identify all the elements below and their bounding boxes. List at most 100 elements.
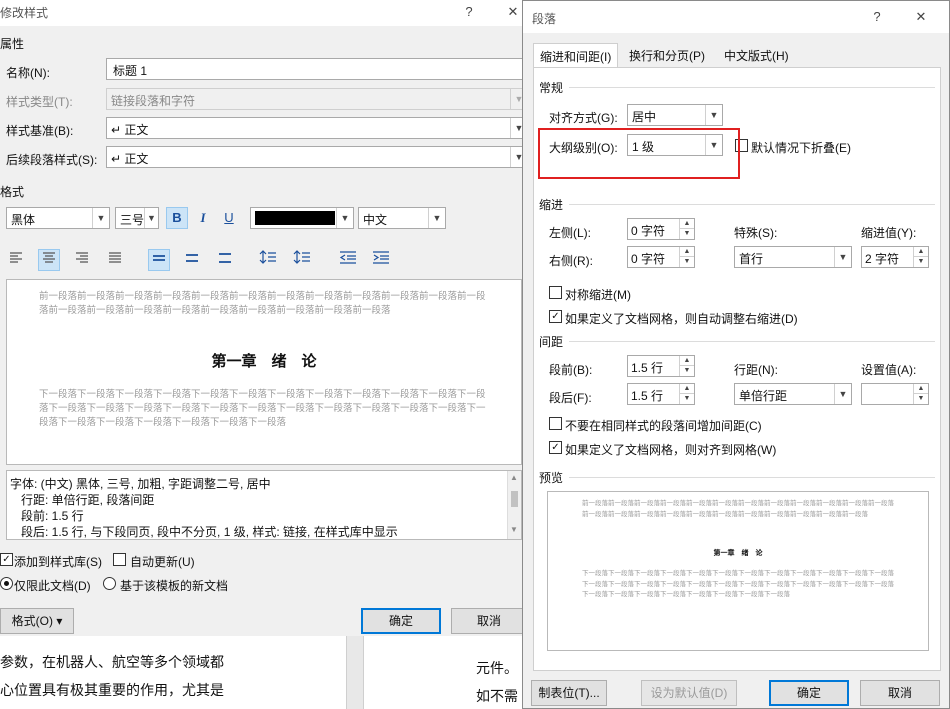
space-after-label: 段后(F): — [549, 391, 592, 405]
justify-button[interactable] — [104, 249, 126, 271]
font-size-select[interactable]: 三号 ▼ — [115, 207, 159, 229]
font-size-value: 三号 — [120, 213, 145, 227]
bold-button[interactable]: B — [166, 207, 188, 229]
preview-next-paragraph: 下一段落下一段落下一段落下一段落下一段落下一段落下一段落下一段落下一段落下一段落… — [582, 569, 894, 598]
spin-up-icon[interactable]: ▲ — [679, 356, 694, 366]
align-right-button[interactable] — [71, 249, 93, 271]
auto-update-checkbox[interactable] — [113, 553, 126, 566]
format-menu-button[interactable]: 格式(O) ▾ — [0, 608, 74, 634]
section-properties: 属性 — [0, 37, 25, 51]
set-default-button[interactable]: 设为默认值(D) — [641, 680, 737, 706]
indent-by-label: 缩进值(Y): — [861, 226, 917, 240]
snap-to-grid-checkbox[interactable]: ✓ — [549, 441, 562, 454]
only-this-document-label: 仅限此文档(D) — [14, 579, 91, 593]
space-after-value: 1.5 行 — [631, 389, 664, 403]
paragraph-dialog: 段落 ? ✕ 缩进和间距(I) 换行和分页(P) 中文版式(H) 常规 对齐方式… — [522, 0, 950, 709]
tab-line-page-breaks[interactable]: 换行和分页(P) — [623, 43, 711, 67]
increase-indent-icon — [373, 251, 389, 264]
indent-by-spinner[interactable]: 2 字符 ▲ ▼ — [861, 246, 929, 268]
increase-spacing-button[interactable] — [257, 249, 279, 271]
spin-up-icon[interactable]: ▲ — [679, 384, 694, 394]
font-name-select[interactable]: 黑体 ▼ — [6, 207, 110, 229]
section-general: 常规 — [539, 81, 564, 95]
no-space-same-style-checkbox[interactable] — [549, 417, 562, 430]
mirror-indents-checkbox[interactable] — [549, 286, 562, 299]
auto-right-indent-checkbox[interactable]: ✓ — [549, 310, 562, 323]
single-spacing-button[interactable] — [148, 249, 170, 271]
alignment-select[interactable]: 居中 ▼ — [627, 104, 723, 126]
align-left-button[interactable] — [5, 249, 27, 271]
space-before-value: 1.5 行 — [631, 361, 664, 375]
help-button[interactable]: ? — [458, 2, 480, 22]
cancel-button[interactable]: 取消 — [451, 608, 527, 634]
left-indent-spinner[interactable]: 0 字符 ▲ ▼ — [627, 218, 695, 240]
decrease-spacing-button[interactable] — [291, 249, 313, 271]
spin-down-icon[interactable]: ▼ — [679, 366, 694, 376]
close-button[interactable]: ✕ — [910, 7, 932, 27]
chevron-down-icon: ▼ — [510, 525, 518, 534]
only-this-document-radio[interactable] — [0, 577, 13, 590]
right-indent-spinner[interactable]: 0 字符 ▲ ▼ — [627, 246, 695, 268]
increase-indent-button[interactable] — [370, 249, 392, 271]
at-spinner[interactable]: ▲ ▼ — [861, 383, 929, 405]
spin-up-icon[interactable]: ▲ — [679, 247, 694, 257]
underline-button[interactable]: U — [218, 207, 240, 229]
decrease-indent-button[interactable] — [337, 249, 359, 271]
align-center-button[interactable] — [38, 249, 60, 271]
based-on-label: 样式基准(B): — [6, 124, 74, 138]
style-name-input[interactable]: 标题 1 — [106, 58, 528, 80]
dialog-title: 修改样式 — [0, 6, 49, 20]
section-preview: 预览 — [539, 471, 564, 485]
special-indent-select[interactable]: 首行 ▼ — [734, 246, 852, 268]
spin-up-icon[interactable]: ▲ — [913, 384, 928, 394]
based-on-select[interactable]: ↵ 正文 ▼ — [106, 117, 528, 139]
justify-icon — [109, 252, 121, 263]
auto-right-indent-label: 如果定义了文档网格，则自动调整右缩进(D) — [565, 312, 798, 326]
space-after-spinner[interactable]: 1.5 行 ▲ ▼ — [627, 383, 695, 405]
spin-down-icon[interactable]: ▼ — [679, 229, 694, 239]
desc-line: 字体: (中文) 黑体, 三号, 加粗, 字距调整二号, 居中 — [10, 477, 271, 491]
scrollbar-thumb[interactable] — [511, 491, 518, 507]
spin-up-icon[interactable]: ▲ — [913, 247, 928, 257]
one-half-spacing-button[interactable] — [181, 249, 203, 271]
language-select[interactable]: 中文 ▼ — [358, 207, 446, 229]
left-indent-label: 左侧(L): — [549, 226, 592, 240]
tab-asian-typography[interactable]: 中文版式(H) — [718, 43, 795, 67]
add-to-gallery-checkbox[interactable]: ✓ — [0, 553, 13, 566]
alignment-label: 对齐方式(G): — [549, 111, 618, 125]
spin-up-icon[interactable]: ▲ — [679, 219, 694, 229]
based-on-value: ↵ 正文 — [111, 123, 149, 137]
italic-button[interactable]: I — [192, 207, 214, 229]
dialog-title: 段落 — [532, 12, 557, 26]
font-color-select[interactable]: ▼ — [250, 207, 354, 229]
desc-line: 段后: 1.5 行, 与下段同页, 段中不分页, 1 级, 样式: 链接, 在样… — [21, 525, 398, 539]
divider — [569, 477, 935, 478]
name-label: 名称(N): — [6, 66, 50, 80]
new-documents-radio[interactable] — [103, 577, 116, 590]
chevron-down-icon: ▼ — [834, 384, 851, 404]
spin-down-icon[interactable]: ▼ — [679, 257, 694, 267]
auto-update-label: 自动更新(U) — [130, 555, 195, 569]
ok-button[interactable]: 确定 — [361, 608, 441, 634]
cancel-button[interactable]: 取消 — [860, 680, 940, 706]
single-spacing-icon — [153, 255, 165, 261]
space-before-spinner[interactable]: 1.5 行 ▲ ▼ — [627, 355, 695, 377]
divider — [569, 341, 935, 342]
ok-button[interactable]: 确定 — [769, 680, 849, 706]
next-style-select[interactable]: ↵ 正文 ▼ — [106, 146, 528, 168]
tabs-button[interactable]: 制表位(T)... — [531, 680, 607, 706]
dialog-titlebar: 段落 ? ✕ — [523, 1, 949, 33]
description-scrollbar[interactable]: ▲ ▼ — [507, 471, 521, 539]
help-button[interactable]: ? — [866, 7, 888, 27]
double-spacing-button[interactable] — [214, 249, 236, 271]
spin-down-icon[interactable]: ▼ — [679, 394, 694, 404]
spin-down-icon[interactable]: ▼ — [913, 257, 928, 267]
tab-indents-spacing[interactable]: 缩进和间距(I) — [533, 43, 619, 68]
line-spacing-select[interactable]: 单倍行距 ▼ — [734, 383, 852, 405]
doc-text-line: 元件。 — [476, 661, 518, 677]
spin-down-icon[interactable]: ▼ — [913, 394, 928, 404]
collapse-default-label: 默认情况下折叠(E) — [751, 141, 851, 155]
divider — [569, 204, 935, 205]
close-button[interactable]: ✕ — [502, 2, 524, 22]
alignment-value: 居中 — [632, 110, 657, 124]
